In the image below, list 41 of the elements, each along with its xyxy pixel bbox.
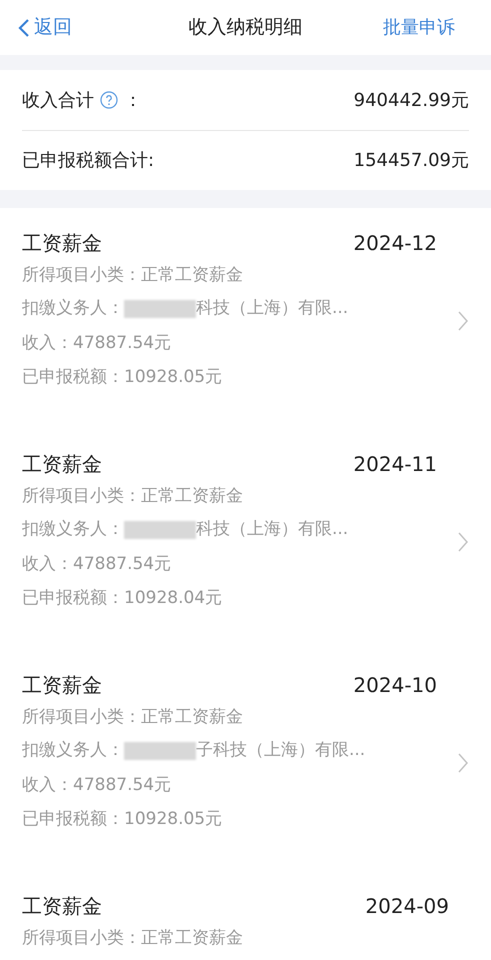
withholder-label: 扣缴义务人：: [22, 518, 124, 542]
record-period: 2024-10: [353, 672, 437, 699]
chevron-right-icon: [457, 531, 469, 553]
chevron-right-icon: [457, 310, 469, 332]
record-period: 2024-09: [365, 893, 449, 920]
withholder-label: 扣缴义务人：: [22, 297, 124, 320]
subcategory-text: 所得项目小类：正常工资薪金: [22, 927, 244, 950]
withholder-text: 科技（上海）有限...: [196, 518, 348, 542]
income-record[interactable]: 工资薪金 2024-09 所得项目小类：正常工资薪金: [22, 891, 469, 960]
income-record[interactable]: 工资薪金 2024-10 所得项目小类：正常工资薪金 扣缴义务人： 子科技（上海）有限... 收入：47887.54元 已申报税额：10928.05元: [22, 670, 469, 891]
back-button[interactable]: 返回: [18, 13, 118, 42]
income-text: 收入：47887.54元: [22, 553, 172, 576]
summary-label: 已申报税额合计:: [22, 149, 154, 173]
record-title: 工资薪金: [22, 672, 102, 699]
tax-text: 已申报税额：10928.04元: [22, 587, 224, 610]
withholder-text: 科技（上海）有限...: [196, 297, 348, 320]
income-record[interactable]: 工资薪金 2024-12 所得项目小类：正常工资薪金 扣缴义务人： 科技（上海）有限... 收入：47887.54元 已申报税额：10928.05元: [22, 228, 469, 449]
income-text: 收入：47887.54元: [22, 774, 172, 797]
page-title: 收入纳税明细: [188, 15, 304, 40]
record-title: 工资薪金: [22, 451, 102, 478]
summary-value: 154457.09元: [354, 149, 469, 173]
tax-text: 已申报税额：10928.05元: [22, 808, 224, 831]
subcategory-text: 所得项目小类：正常工资薪金: [22, 706, 244, 729]
record-period: 2024-12: [353, 230, 437, 257]
withholder-text: 子科技（上海）有限...: [196, 739, 366, 762]
record-title: 工资薪金: [22, 230, 102, 257]
chevron-right-icon: [457, 752, 469, 774]
summary-label: 收入合计: [22, 88, 94, 112]
record-title: 工资薪金: [22, 893, 102, 920]
withholder-label: 扣缴义务人：: [22, 739, 124, 762]
colon-text: ：: [124, 88, 142, 112]
income-text: 收入：47887.54元: [22, 332, 172, 355]
help-icon[interactable]: [100, 91, 118, 109]
subcategory-text: 所得项目小类：正常工资薪金: [22, 264, 244, 287]
tax-text: 已申报税额：10928.05元: [22, 366, 224, 389]
summary-value: 940442.99元: [354, 88, 469, 112]
record-period: 2024-11: [353, 451, 437, 478]
back-chevron-icon: [18, 18, 30, 38]
subcategory-text: 所得项目小类：正常工资薪金: [22, 485, 244, 508]
income-record[interactable]: 工资薪金 2024-11 所得项目小类：正常工资薪金 扣缴义务人： 科技（上海）有限... 收入：47887.54元 已申报税额：10928.04元: [22, 449, 469, 670]
batch-appeal-button[interactable]: 批量申诉: [373, 14, 473, 41]
